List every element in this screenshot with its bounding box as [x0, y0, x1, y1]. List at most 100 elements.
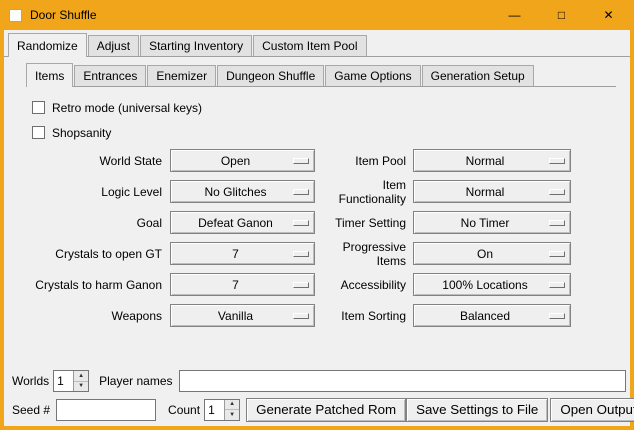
- retro-mode-checkbox[interactable]: Retro mode (universal keys): [32, 95, 616, 120]
- tab-adjust[interactable]: Adjust: [88, 35, 139, 56]
- settings-row: Crystals to open GT 7 Progressive Items …: [32, 238, 616, 269]
- tab-enemizer[interactable]: Enemizer: [147, 65, 216, 86]
- spin-up-icon[interactable]: ▲: [225, 400, 239, 411]
- item-functionality-value: Normal: [466, 185, 505, 199]
- worlds-input[interactable]: [54, 371, 73, 391]
- dropdown-indicator-icon: [549, 220, 565, 226]
- settings-row: Crystals to harm Ganon 7 Accessibility 1…: [32, 269, 616, 300]
- goal-value: Defeat Ganon: [198, 216, 273, 230]
- tab-items[interactable]: Items: [26, 63, 73, 87]
- close-button[interactable]: ✕: [585, 0, 632, 30]
- dropdown-indicator-icon: [293, 189, 309, 195]
- settings-row: Goal Defeat Ganon Timer Setting No Timer: [32, 207, 616, 238]
- item-sorting-dropdown[interactable]: Balanced: [413, 304, 571, 327]
- spin-up-icon[interactable]: ▲: [74, 371, 88, 382]
- save-settings-button[interactable]: Save Settings to File: [406, 398, 548, 422]
- goal-dropdown[interactable]: Defeat Ganon: [170, 211, 315, 234]
- window-content: Randomize Adjust Starting Inventory Cust…: [4, 30, 630, 426]
- dropdown-indicator-icon: [549, 251, 565, 257]
- spin-down-icon[interactable]: ▼: [225, 410, 239, 420]
- count-stepper-arrows: ▲ ▼: [224, 400, 239, 420]
- timer-setting-dropdown[interactable]: No Timer: [413, 211, 571, 234]
- count-input[interactable]: [205, 400, 224, 420]
- world-state-dropdown[interactable]: Open: [170, 149, 315, 172]
- window-title: Door Shuffle: [30, 8, 97, 22]
- checkbox-icon[interactable]: [32, 126, 45, 139]
- maximize-button[interactable]: □: [538, 0, 585, 30]
- dropdown-indicator-icon: [549, 313, 565, 319]
- player-names-input[interactable]: [179, 370, 627, 392]
- player-names-label: Player names: [99, 374, 172, 388]
- items-panel: Retro mode (universal keys) Shopsanity W…: [26, 87, 616, 331]
- item-functionality-dropdown[interactable]: Normal: [413, 180, 571, 203]
- crystals-gt-dropdown[interactable]: 7: [170, 242, 315, 265]
- crystals-gt-label: Crystals to open GT: [32, 247, 170, 261]
- accessibility-dropdown[interactable]: 100% Locations: [413, 273, 571, 296]
- settings-row: Weapons Vanilla Item Sorting Balanced: [32, 300, 616, 331]
- generation-row: Seed # Count ▲ ▼ Generate Patched Rom Sa…: [8, 397, 626, 422]
- dropdown-indicator-icon: [549, 189, 565, 195]
- dropdown-indicator-icon: [293, 282, 309, 288]
- crystals-gt-value: 7: [232, 247, 239, 261]
- item-pool-label: Item Pool: [315, 154, 413, 168]
- progressive-items-value: On: [477, 247, 493, 261]
- crystals-ganon-value: 7: [232, 278, 239, 292]
- spin-down-icon[interactable]: ▼: [74, 382, 88, 392]
- worlds-stepper-arrows: ▲ ▼: [73, 371, 88, 391]
- crystals-ganon-dropdown[interactable]: 7: [170, 273, 315, 296]
- dropdown-indicator-icon: [293, 313, 309, 319]
- crystals-ganon-label: Crystals to harm Ganon: [32, 278, 170, 292]
- minimize-icon: —: [509, 9, 521, 21]
- logic-level-label: Logic Level: [32, 185, 170, 199]
- tab-dungeon-shuffle[interactable]: Dungeon Shuffle: [217, 65, 324, 86]
- settings-row: World State Open Item Pool Normal: [32, 145, 616, 176]
- tab-custom-item-pool[interactable]: Custom Item Pool: [253, 35, 366, 56]
- tab-randomize[interactable]: Randomize: [8, 33, 87, 57]
- close-icon: ✕: [603, 9, 613, 21]
- weapons-value: Vanilla: [218, 309, 253, 323]
- worlds-stepper[interactable]: ▲ ▼: [53, 370, 89, 392]
- weapons-label: Weapons: [32, 309, 170, 323]
- accessibility-label: Accessibility: [315, 278, 413, 292]
- secondary-tab-bar: Items Entrances Enemizer Dungeon Shuffle…: [26, 63, 616, 87]
- app-window: Door Shuffle — □ ✕ Randomize Adjust Star…: [0, 0, 634, 430]
- item-functionality-label: Item Functionality: [315, 178, 413, 206]
- worlds-label: Worlds: [12, 374, 49, 388]
- titlebar: Door Shuffle — □ ✕: [0, 0, 634, 30]
- world-state-label: World State: [32, 154, 170, 168]
- progressive-items-dropdown[interactable]: On: [413, 242, 571, 265]
- item-pool-dropdown[interactable]: Normal: [413, 149, 571, 172]
- primary-tab-bar: Randomize Adjust Starting Inventory Cust…: [4, 30, 630, 57]
- seed-label: Seed #: [12, 403, 50, 417]
- multiworld-row: Worlds ▲ ▼ Player names: [8, 369, 626, 393]
- tab-generation-setup[interactable]: Generation Setup: [422, 65, 534, 86]
- dropdown-indicator-icon: [293, 158, 309, 164]
- dropdown-indicator-icon: [293, 220, 309, 226]
- open-output-button[interactable]: Open Output Directory: [550, 398, 634, 422]
- retro-mode-label: Retro mode (universal keys): [52, 101, 202, 115]
- progressive-items-label: Progressive Items: [315, 240, 413, 268]
- generate-rom-button[interactable]: Generate Patched Rom: [246, 398, 406, 422]
- weapons-dropdown[interactable]: Vanilla: [170, 304, 315, 327]
- logic-level-value: No Glitches: [204, 185, 266, 199]
- randomize-panel: Items Entrances Enemizer Dungeon Shuffle…: [26, 63, 616, 331]
- seed-input[interactable]: [56, 399, 156, 421]
- timer-setting-label: Timer Setting: [315, 216, 413, 230]
- goal-label: Goal: [32, 216, 170, 230]
- logic-level-dropdown[interactable]: No Glitches: [170, 180, 315, 203]
- world-state-value: Open: [221, 154, 250, 168]
- tab-entrances[interactable]: Entrances: [74, 65, 146, 86]
- window-controls: — □ ✕: [491, 0, 632, 30]
- settings-row: Logic Level No Glitches Item Functionali…: [32, 176, 616, 207]
- count-stepper[interactable]: ▲ ▼: [204, 399, 240, 421]
- shopsanity-label: Shopsanity: [52, 126, 111, 140]
- item-sorting-label: Item Sorting: [315, 309, 413, 323]
- minimize-button[interactable]: —: [491, 0, 538, 30]
- count-label: Count: [168, 403, 200, 417]
- app-icon: [9, 9, 22, 22]
- timer-setting-value: No Timer: [461, 216, 510, 230]
- tab-starting-inventory[interactable]: Starting Inventory: [140, 35, 252, 56]
- shopsanity-checkbox[interactable]: Shopsanity: [32, 120, 616, 145]
- tab-game-options[interactable]: Game Options: [325, 65, 420, 86]
- checkbox-icon[interactable]: [32, 101, 45, 114]
